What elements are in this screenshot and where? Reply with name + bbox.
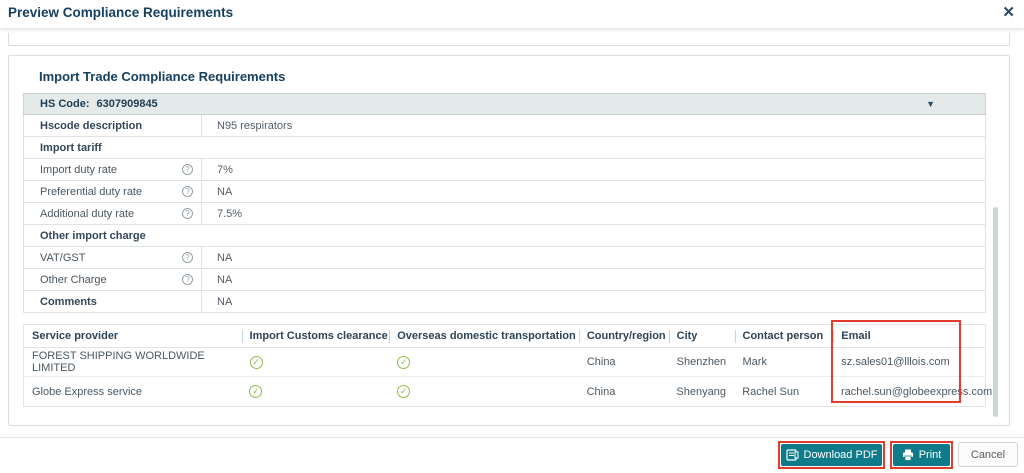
table-row: Import duty rate ? 7% [23, 159, 986, 181]
row-value: N95 respirators [217, 119, 293, 132]
hs-code-label: HS Code: [40, 98, 90, 110]
provider-name: FOREST SHIPPING WORLDWIDE LIMITED [32, 350, 205, 374]
help-circle-icon[interactable]: ? [182, 186, 193, 197]
table-row: Hscode description N95 respirators [23, 115, 986, 137]
row-value: NA [217, 295, 233, 308]
row-label: Additional duty rate ? [24, 203, 202, 224]
provider-name: Globe Express service [32, 385, 143, 398]
overseas-transport-cell: ✓ [389, 348, 579, 376]
close-icon[interactable]: ✕ [1002, 3, 1015, 23]
chevron-down-icon[interactable]: ▼ [926, 99, 935, 109]
hs-code-value: 6307909845 [96, 98, 158, 110]
column-header: Import Customs clearance [241, 325, 390, 347]
import-customs-cell: ✓ [241, 377, 389, 406]
column-header: City [668, 325, 735, 347]
table-row: Additional duty rate ? 7.5% [23, 203, 986, 225]
table-row: Other Charge ? NA [23, 269, 986, 291]
import-customs-cell: ✓ [242, 348, 390, 376]
help-circle-icon[interactable]: ? [182, 252, 193, 263]
contact-cell: Rachel Sun [742, 385, 800, 398]
section-title: Import Trade Compliance Requirements [39, 69, 286, 84]
contact-cell: Mark [742, 356, 767, 368]
country-cell: China [586, 356, 616, 368]
row-label: Hscode description [24, 115, 202, 136]
row-label-text: Import duty rate [40, 163, 118, 176]
table-row: Comments NA [23, 291, 986, 313]
email-cell: sz.sales01@lllois.com [841, 356, 950, 368]
help-circle-icon[interactable]: ? [182, 164, 193, 175]
row-value: NA [217, 273, 233, 286]
print-label: Print [918, 449, 942, 461]
pdf-icon [785, 449, 799, 461]
row-label: Comments [24, 291, 202, 312]
modal-title: Preview Compliance Requirements [8, 5, 234, 20]
column-header: Email [833, 325, 985, 347]
table-section-row: Other import charge [23, 225, 986, 247]
printer-icon [902, 449, 914, 461]
provider-table-header: Service provider Import Customs clearanc… [24, 325, 985, 348]
content-card: Import Trade Compliance Requirements HS … [8, 55, 1010, 426]
email-cell: rachel.sun@globeexpress.com [841, 385, 993, 398]
vertical-scrollbar-thumb[interactable] [993, 207, 998, 417]
row-label-text: VAT/GST [40, 251, 86, 264]
row-label: Import duty rate ? [24, 159, 202, 180]
check-circle-icon: ✓ [397, 385, 411, 398]
table-row: Globe Express service ✓ ✓ China Shenyang… [24, 377, 993, 406]
city-cell: Shenyang [676, 385, 726, 398]
hs-code-accordion-header[interactable]: HS Code: 6307909845 ▼ [23, 93, 986, 115]
country-cell: China [586, 385, 616, 398]
overseas-transport-cell: ✓ [389, 377, 579, 406]
row-label: Preferential duty rate ? [24, 181, 202, 202]
download-pdf-label: Download PDF [803, 449, 878, 461]
table-row: VAT/GST ? NA [23, 247, 986, 269]
city-cell: Shenzhen [676, 356, 727, 368]
cancel-button[interactable]: Cancel [958, 442, 1018, 467]
row-value: NA [217, 185, 233, 198]
section-row-label: Other import charge [40, 229, 146, 242]
column-header: Contact person [734, 325, 834, 347]
print-button-highlight-annotation: Print [890, 441, 953, 469]
service-provider-table: Service provider Import Customs clearanc… [23, 324, 993, 407]
table-row: Preferential duty rate ? NA [23, 181, 986, 203]
footer-bar: Download PDF Print Cancel [0, 437, 1024, 473]
download-button-highlight-annotation: Download PDF [778, 441, 885, 469]
row-value: 7% [217, 163, 233, 176]
section-row-label: Import tariff [40, 141, 102, 154]
check-circle-icon: ✓ [249, 355, 263, 369]
preview-compliance-modal: Preview Compliance Requirements ✕ Import… [0, 0, 1024, 473]
column-header: Overseas domestic transportation [389, 325, 579, 347]
table-row: FOREST SHIPPING WORLDWIDE LIMITED ✓ ✓ Ch… [24, 348, 985, 377]
column-header: Service provider [32, 330, 119, 342]
row-label-text: Preferential duty rate [40, 185, 143, 198]
row-label: VAT/GST ? [24, 247, 202, 268]
scrolled-section-remnant [8, 33, 1010, 46]
print-button[interactable]: Print [893, 444, 950, 466]
check-circle-icon: ✓ [397, 355, 411, 369]
help-circle-icon[interactable]: ? [182, 274, 193, 285]
hs-code-table: HS Code: 6307909845 ▼ Hscode description… [23, 93, 986, 313]
modal-header: Preview Compliance Requirements ✕ [0, 0, 1024, 28]
row-value: NA [217, 251, 233, 264]
row-label: Other Charge ? [24, 269, 202, 290]
check-circle-icon: ✓ [249, 385, 263, 398]
row-label-text: Other Charge [40, 273, 107, 286]
download-pdf-button[interactable]: Download PDF [781, 444, 882, 466]
help-circle-icon[interactable]: ? [182, 208, 193, 219]
table-section-row: Import tariff [23, 137, 986, 159]
row-label-text: Additional duty rate [40, 207, 135, 220]
column-header: Country/region [578, 325, 669, 347]
row-value: 7.5% [217, 207, 243, 220]
